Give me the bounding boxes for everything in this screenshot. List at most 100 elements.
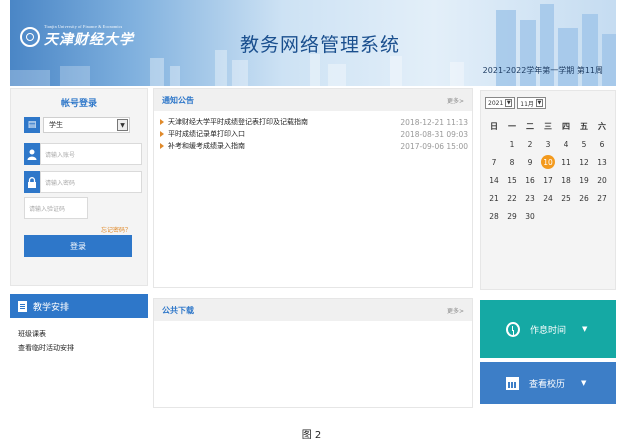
calendar-day-number: 13 (597, 157, 607, 167)
calendar-day[interactable]: 8 (503, 153, 521, 171)
calendar-day[interactable]: 12 (575, 153, 593, 171)
password-input[interactable]: 请输入密码 (40, 171, 142, 193)
university-logo[interactable]: Tianjin University of Finance & Economic… (20, 24, 134, 49)
calendar-day-number: 18 (561, 175, 571, 185)
temporary-activity-link[interactable]: 查看临时活动安排 (18, 341, 74, 355)
calendar-day[interactable]: 14 (485, 171, 503, 189)
downloads-panel: 公共下载 更多> (153, 298, 473, 408)
calendar-day[interactable]: 24 (539, 189, 557, 207)
calendar-day[interactable]: 4 (557, 135, 575, 153)
password-input-placeholder: 请输入密码 (45, 179, 76, 187)
user-icon (24, 143, 40, 165)
weekday-header: 五 (580, 121, 588, 131)
lock-icon (24, 171, 40, 193)
calendar-day-number: 6 (599, 139, 605, 149)
calendar-day-number: 30 (525, 211, 535, 221)
calendar-day-number: 16 (525, 175, 535, 185)
calendar-day[interactable]: 17 (539, 171, 557, 189)
calendar-day[interactable]: 18 (557, 171, 575, 189)
password-row: 请输入密码 (24, 171, 142, 193)
calendar-day-number: 28 (489, 211, 499, 221)
notice-more-link[interactable]: 更多> (447, 96, 464, 105)
role-row: ▤ 学生 ▼ (24, 117, 130, 133)
calendar-day[interactable]: 10 (539, 153, 557, 171)
calendar-day[interactable]: 22 (503, 189, 521, 207)
list-item[interactable]: 补考和缓考成绩录入指南 2017-09-06 15:00 (154, 140, 472, 152)
calendar-day[interactable]: 20 (593, 171, 611, 189)
calendar-day[interactable]: 27 (593, 189, 611, 207)
month-select-value: 11月 (520, 100, 534, 108)
calendar-day[interactable]: 2 (521, 135, 539, 153)
alarm-clock-icon (506, 321, 520, 337)
teaching-arrangement-list: 班级课表 查看临时活动安排 (18, 327, 74, 355)
schedule-tile[interactable]: 作息时间 ▼ (480, 300, 616, 358)
class-timetable-link[interactable]: 班级课表 (18, 327, 74, 341)
calendar-day-number: 4 (563, 139, 569, 149)
id-card-icon: ▤ (24, 117, 40, 133)
role-select[interactable]: 学生 ▼ (43, 117, 130, 133)
calendar-day-number: 1 (509, 139, 515, 149)
calendar-day-number: 25 (561, 193, 571, 203)
teaching-arrangement-header[interactable]: 教学安排 (10, 294, 148, 318)
calendar-day[interactable]: 16 (521, 171, 539, 189)
calendar-selects: 2021 ▼ 11月 ▼ (485, 97, 546, 109)
calendar-day-number: 24 (543, 193, 553, 203)
role-select-value: 学生 (49, 121, 63, 129)
calendar-day-number: 26 (579, 193, 589, 203)
weekday-header: 日 (490, 121, 498, 131)
system-title: 教务网络管理系统 (240, 34, 401, 56)
calendar-day-number: 17 (543, 175, 553, 185)
calendar-icon (506, 376, 519, 390)
calendar-day-number: 11 (561, 157, 571, 167)
calendar-day[interactable]: 21 (485, 189, 503, 207)
calendar-day-number: 21 (489, 193, 499, 203)
calendar-day-number: 19 (579, 175, 589, 185)
downloads-panel-header: 公共下载 更多> (154, 299, 472, 321)
month-select[interactable]: 11月 ▼ (517, 97, 546, 109)
chevron-down-icon: ▼ (117, 119, 128, 131)
calendar-day[interactable]: 9 (521, 153, 539, 171)
year-select-value: 2021 (488, 99, 504, 107)
chevron-down-icon: ▼ (535, 99, 543, 107)
account-input[interactable]: 请输入账号 (40, 143, 142, 165)
calendar-day[interactable]: 25 (557, 189, 575, 207)
calendar-day[interactable]: 26 (575, 189, 593, 207)
list-item[interactable]: 天津财经大学平时成绩登记表打印及记载指南 2018-12-21 11:13 (154, 116, 472, 128)
calendar-day[interactable]: 15 (503, 171, 521, 189)
calendar-day[interactable]: 11 (557, 153, 575, 171)
calendar-day-number: 9 (527, 157, 533, 167)
login-panel: 帐号登录 ▤ 学生 ▼ 请输入账号 请输入密码 请输入验证码 忘记密码？ 登录 (10, 88, 148, 286)
weekday-header: 三 (544, 121, 552, 131)
calendar-day[interactable]: 1 (503, 135, 521, 153)
calendar-day[interactable]: 13 (593, 153, 611, 171)
calendar-day[interactable]: 23 (521, 189, 539, 207)
account-row: 请输入账号 (24, 143, 142, 165)
list-item[interactable]: 平时成绩记录单打印入口 2018-08-31 09:03 (154, 128, 472, 140)
year-select[interactable]: 2021 ▼ (485, 97, 516, 109)
triangle-bullet-icon (160, 131, 164, 137)
calendar-day[interactable]: 7 (485, 153, 503, 171)
calendar-empty-cell (485, 135, 503, 153)
calendar-day[interactable]: 5 (575, 135, 593, 153)
school-calendar-tile[interactable]: 查看校历 ▼ (480, 362, 616, 404)
calendar-day[interactable]: 3 (539, 135, 557, 153)
notice-list: 天津财经大学平时成绩登记表打印及记载指南 2018-12-21 11:13 平时… (154, 111, 472, 152)
calendar-day[interactable]: 19 (575, 171, 593, 189)
weekday-header: 六 (598, 121, 606, 131)
calendar-day-number: 7 (491, 157, 497, 167)
calendar-day[interactable]: 28 (485, 207, 503, 225)
account-input-placeholder: 请输入账号 (45, 151, 76, 159)
notice-date: 2018-12-21 11:13 (400, 117, 468, 127)
weekday-header: 二 (526, 121, 534, 131)
downloads-more-link[interactable]: 更多> (447, 306, 464, 315)
calendar-day[interactable]: 30 (521, 207, 539, 225)
calendar-day-number: 14 (489, 175, 499, 185)
calendar-day[interactable]: 6 (593, 135, 611, 153)
login-button[interactable]: 登录 (24, 235, 132, 257)
teaching-arrangement-title: 教学安排 (33, 302, 70, 313)
calendar-day-number: 20 (597, 175, 607, 185)
forgot-password-link[interactable]: 忘记密码？ (101, 225, 131, 234)
captcha-input[interactable]: 请输入验证码 (24, 197, 88, 219)
calendar-day[interactable]: 29 (503, 207, 521, 225)
calendar-day-number: 23 (525, 193, 535, 203)
